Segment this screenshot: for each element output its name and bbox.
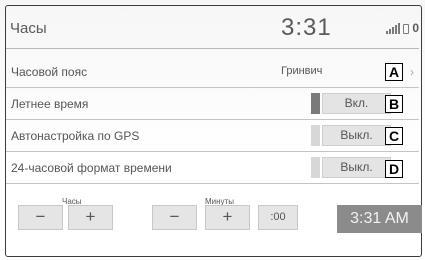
toggle-state: Выкл. — [322, 125, 391, 146]
header-clock: 3:31 — [281, 14, 332, 41]
timezone-value: Гринвич — [281, 65, 323, 77]
gps-autoset-row: Автонастройка по GPS Выкл. — [6, 120, 419, 152]
format-24h-row: 24-часовой формат времени Выкл. — [6, 152, 419, 184]
chevron-right-icon: › — [410, 65, 414, 79]
toggle-indicator — [311, 125, 320, 146]
toggle-indicator — [311, 157, 320, 178]
page-title: Часы — [10, 20, 47, 37]
toggle-indicator — [311, 93, 320, 114]
timezone-row[interactable]: Часовой пояс Гринвич › — [6, 56, 419, 88]
minutes-minus-button[interactable]: − — [152, 205, 197, 230]
callout-b: B — [385, 95, 403, 113]
gps-autoset-toggle[interactable]: Выкл. — [311, 125, 391, 146]
signal-bars-icon — [386, 23, 401, 34]
callout-c: C — [385, 127, 403, 145]
hours-minus-button[interactable]: − — [18, 205, 63, 230]
daylight-saving-toggle[interactable]: Вкл. — [311, 93, 391, 114]
toggle-state: Выкл. — [322, 157, 391, 178]
minutes-plus-button[interactable]: + — [205, 205, 250, 230]
header-bar: Часы 3:31 0 — [6, 6, 419, 49]
phone-icon — [403, 24, 410, 34]
callout-a: A — [385, 63, 403, 81]
gps-autoset-label: Автонастройка по GPS — [11, 129, 140, 143]
clock-settings-screen: Часы 3:31 0 Часовой пояс Гринвич › A Лет… — [0, 0, 425, 260]
daylight-saving-label: Летнее время — [11, 97, 89, 111]
format-24h-toggle[interactable]: Выкл. — [311, 157, 391, 178]
minutes-reset-button[interactable]: :00 — [258, 205, 298, 230]
hours-plus-button[interactable]: + — [68, 205, 113, 230]
callout-d: D — [385, 160, 403, 178]
format-24h-label: 24-часовой формат времени — [11, 161, 172, 175]
status-icons: 0 — [386, 22, 419, 34]
daylight-saving-row: Летнее время Вкл. — [6, 88, 419, 120]
current-time-display: 3:31 AM — [337, 205, 422, 233]
toggle-state: Вкл. — [322, 93, 391, 114]
notification-icon: 0 — [412, 21, 419, 35]
timezone-label: Часовой пояс — [11, 65, 88, 79]
